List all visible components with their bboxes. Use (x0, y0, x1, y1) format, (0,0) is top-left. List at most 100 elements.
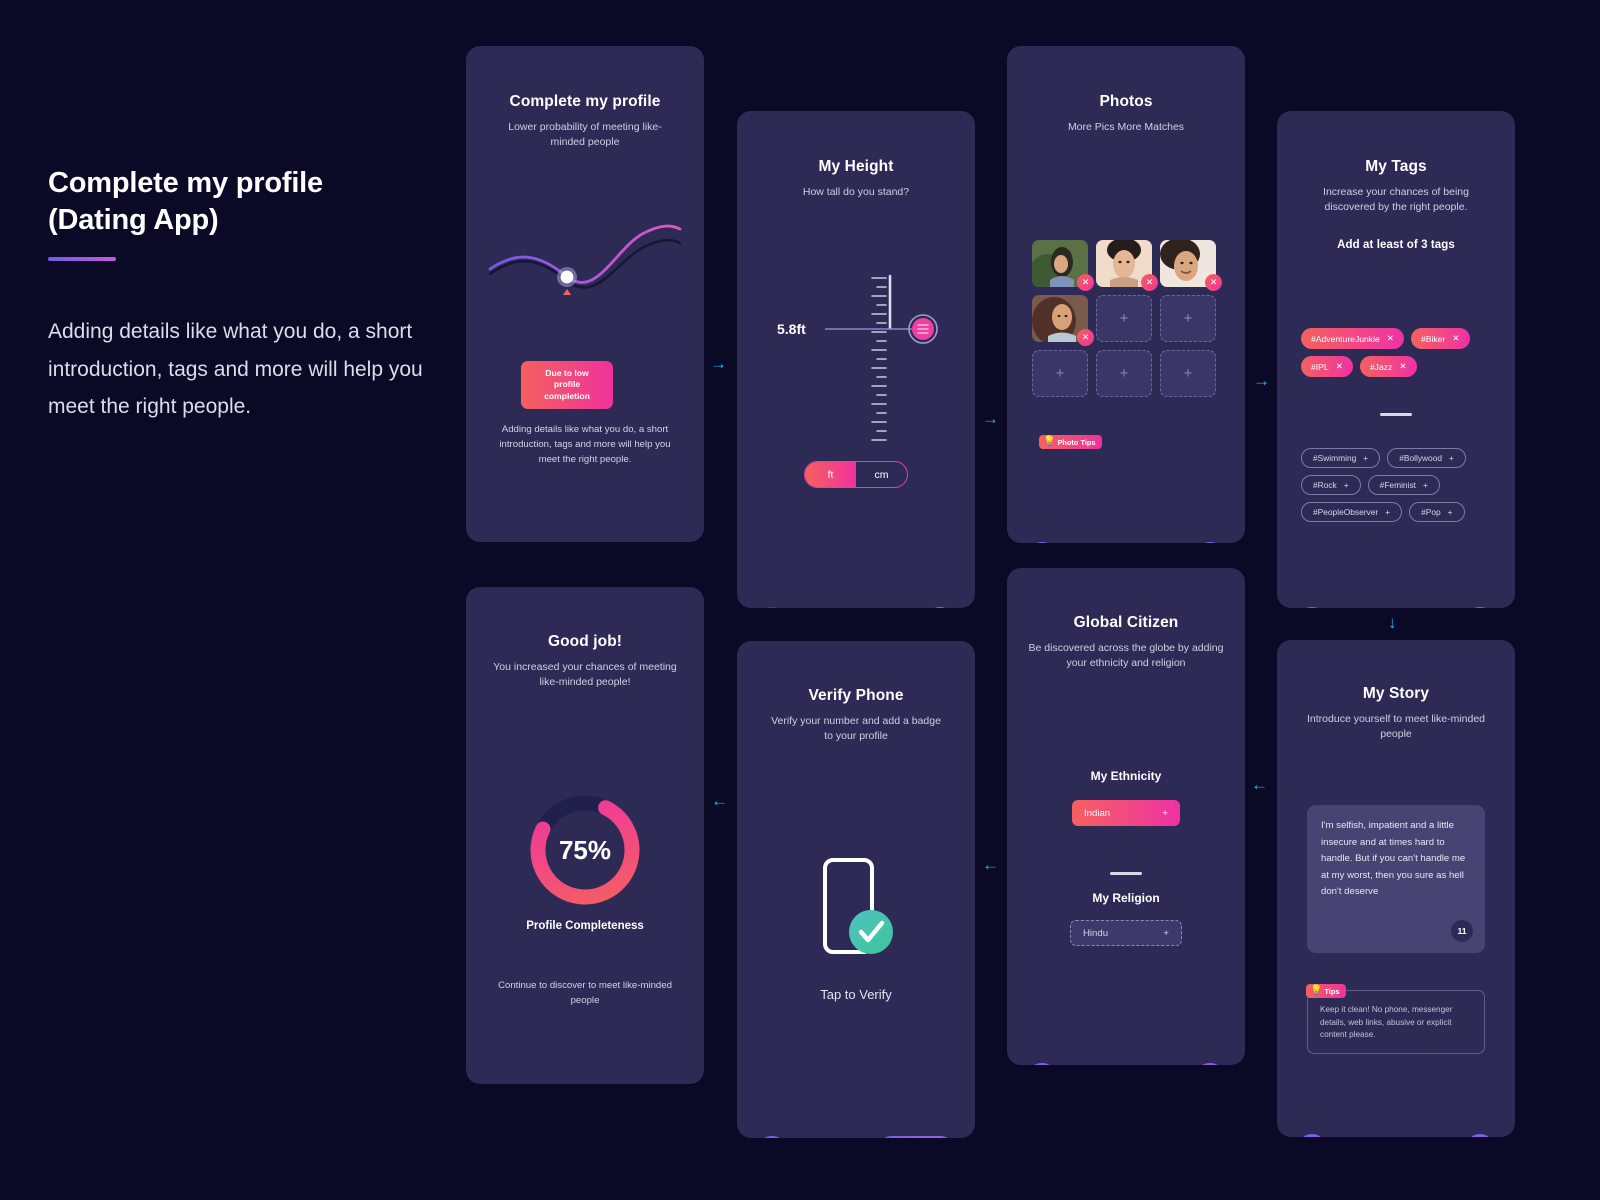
unit-ft[interactable]: ft (805, 462, 856, 487)
tag-label: #Feminist (1379, 480, 1416, 490)
tag-chip-selected[interactable]: #IPL ✕ (1301, 356, 1353, 377)
card-complete-profile[interactable]: Complete my profile Lower probability of… (466, 46, 704, 542)
close-icon[interactable]: ✕ (1387, 333, 1394, 344)
next-button[interactable]: › (1195, 1063, 1225, 1065)
verify-phone-subtitle: Verify your number and add a badge to yo… (771, 715, 941, 742)
verify-phone-nav: ‹ FINISH › (737, 1136, 975, 1138)
section-divider (1110, 872, 1142, 875)
tag-chip-suggested[interactable]: #Feminist + (1367, 475, 1440, 495)
tag-chip-suggested[interactable]: #Bollywood + (1387, 448, 1466, 468)
intro-block: Complete my profile (Dating App) Adding … (48, 165, 428, 425)
prev-button[interactable]: ‹ (1027, 542, 1057, 543)
suggested-tags[interactable]: #Swimming + #Bollywood + #Rock + #Femini… (1301, 448, 1515, 522)
card-global-citizen[interactable]: Global Citizen Be discovered across the … (1007, 568, 1245, 1065)
photos-subtitle: More Pics More Matches (1067, 121, 1185, 133)
plus-icon[interactable]: + (1162, 808, 1168, 819)
close-icon[interactable]: ✕ (1399, 361, 1406, 372)
story-tips-label: Tips (1324, 986, 1340, 996)
card-verify-phone[interactable]: Verify Phone Verify your number and add … (737, 641, 975, 1138)
global-citizen-title: Global Citizen (1073, 614, 1179, 631)
add-photo-cell[interactable]: + (1096, 295, 1152, 342)
plus-icon[interactable]: + (1363, 453, 1368, 463)
unit-cm[interactable]: cm (856, 462, 907, 487)
prev-button[interactable]: ‹ (1297, 1134, 1327, 1137)
remove-photo-icon[interactable]: ✕ (1077, 274, 1094, 291)
plus-icon[interactable]: + (1344, 480, 1349, 490)
add-photo-cell[interactable]: + (1160, 350, 1216, 397)
unit-toggle[interactable]: ft cm (804, 461, 908, 488)
ethnicity-value: Indian (1084, 807, 1111, 819)
good-job-subtitle: You increased your chances of meeting li… (493, 661, 677, 688)
section-divider (1380, 413, 1412, 416)
remove-photo-icon[interactable]: ✕ (1077, 329, 1094, 346)
photo-grid[interactable]: ✕ ✕ ✕ ✕ + + + + + (1032, 240, 1222, 397)
tag-label: #Biker (1421, 333, 1446, 344)
remove-photo-icon[interactable]: ✕ (1205, 274, 1222, 291)
plus-icon[interactable]: + (1423, 480, 1428, 490)
tag-chip-suggested[interactable]: #Pop + (1409, 502, 1465, 522)
close-icon[interactable]: ✕ (1452, 333, 1459, 344)
plus-icon[interactable]: + (1449, 453, 1454, 463)
photo-tips-badge[interactable]: 💡 Photo Tips (1039, 435, 1102, 449)
story-textarea[interactable]: I'm selfish, impatient and a little inse… (1307, 805, 1485, 953)
height-ruler[interactable]: 5.8ft (737, 268, 975, 448)
photos-nav: ‹ › (1007, 542, 1245, 543)
story-tips-text: Keep it clean! No phone, messenger detai… (1320, 1005, 1453, 1040)
story-tips-box: Keep it clean! No phone, messenger detai… (1307, 990, 1485, 1055)
plus-icon[interactable]: + (1163, 928, 1169, 939)
remove-photo-icon[interactable]: ✕ (1141, 274, 1158, 291)
tag-chip-suggested[interactable]: #PeopleObserver + (1301, 502, 1403, 522)
prev-button[interactable]: ‹ (757, 607, 787, 608)
plus-icon: + (1119, 310, 1129, 327)
card-photos[interactable]: Photos More Pics More Matches ✕ ✕ ✕ ✕ + … (1007, 46, 1245, 543)
arrow-global-to-verify: ← (982, 855, 999, 874)
plus-icon: + (1183, 310, 1193, 327)
story-text: I'm selfish, impatient and a little inse… (1321, 820, 1466, 897)
religion-value-pill[interactable]: Hindu + (1070, 920, 1182, 946)
tag-chip-suggested[interactable]: #Rock + (1301, 475, 1361, 495)
probability-chart (466, 211, 704, 341)
next-button[interactable]: › (925, 607, 955, 608)
next-button[interactable]: › (1195, 542, 1225, 543)
tag-chip-selected[interactable]: #AdventureJunkie ✕ (1301, 328, 1404, 349)
intro-description: Adding details like what you do, a short… (48, 320, 423, 418)
add-photo-cell[interactable]: + (1032, 350, 1088, 397)
tag-chip-suggested[interactable]: #Swimming + (1301, 448, 1381, 468)
tap-to-verify-label[interactable]: Tap to Verify (737, 986, 975, 1004)
prev-button[interactable]: ‹ (1027, 1063, 1057, 1065)
tag-label: #Pop (1421, 507, 1441, 517)
prev-button[interactable]: ‹ (757, 1136, 787, 1138)
height-ruler-svg[interactable] (737, 268, 975, 453)
next-button[interactable]: › (1465, 1134, 1495, 1137)
tag-label: #Jazz (1369, 361, 1393, 372)
tag-chip-selected[interactable]: #Biker ✕ (1411, 328, 1470, 349)
phone-verify-illustration[interactable] (811, 852, 901, 967)
finish-button[interactable]: FINISH › (876, 1136, 955, 1138)
my-height-title: My Height (818, 158, 894, 175)
canvas: Complete my profile (Dating App) Adding … (0, 0, 1600, 1200)
character-counter: 11 (1451, 920, 1473, 942)
card-my-story[interactable]: My Story Introduce yourself to meet like… (1277, 640, 1515, 1137)
phone-check-icon (823, 858, 893, 954)
photo-cell[interactable]: ✕ (1032, 240, 1094, 291)
plus-icon[interactable]: + (1385, 507, 1390, 517)
next-button[interactable]: › (1465, 607, 1495, 608)
story-tips-badge[interactable]: 💡 Tips (1306, 984, 1346, 998)
arrow-profile-to-height: → (710, 354, 727, 373)
photo-cell[interactable]: ✕ (1096, 240, 1158, 291)
card-good-job[interactable]: Good job! You increased your chances of … (466, 587, 704, 1084)
selected-tags[interactable]: #AdventureJunkie ✕ #Biker ✕ #IPL ✕ #Jazz… (1301, 328, 1515, 377)
close-icon[interactable]: ✕ (1336, 361, 1343, 372)
add-photo-cell[interactable]: + (1096, 350, 1152, 397)
photo-cell[interactable]: ✕ (1032, 295, 1094, 346)
story-nav: ‹ › (1277, 1134, 1515, 1137)
prev-button[interactable]: ‹ (1297, 607, 1327, 608)
photo-cell[interactable]: ✕ (1160, 240, 1222, 291)
tag-chip-selected[interactable]: #Jazz ✕ (1359, 356, 1417, 377)
card-my-tags[interactable]: My Tags Increase your chances of being d… (1277, 111, 1515, 608)
add-photo-cell[interactable]: + (1160, 295, 1216, 342)
card-my-height[interactable]: My Height How tall do you stand? 5.8ft f… (737, 111, 975, 608)
ethnicity-value-pill[interactable]: Indian + (1072, 800, 1180, 826)
arrow-verify-to-goodjob: ← (711, 791, 728, 810)
plus-icon[interactable]: + (1448, 507, 1453, 517)
